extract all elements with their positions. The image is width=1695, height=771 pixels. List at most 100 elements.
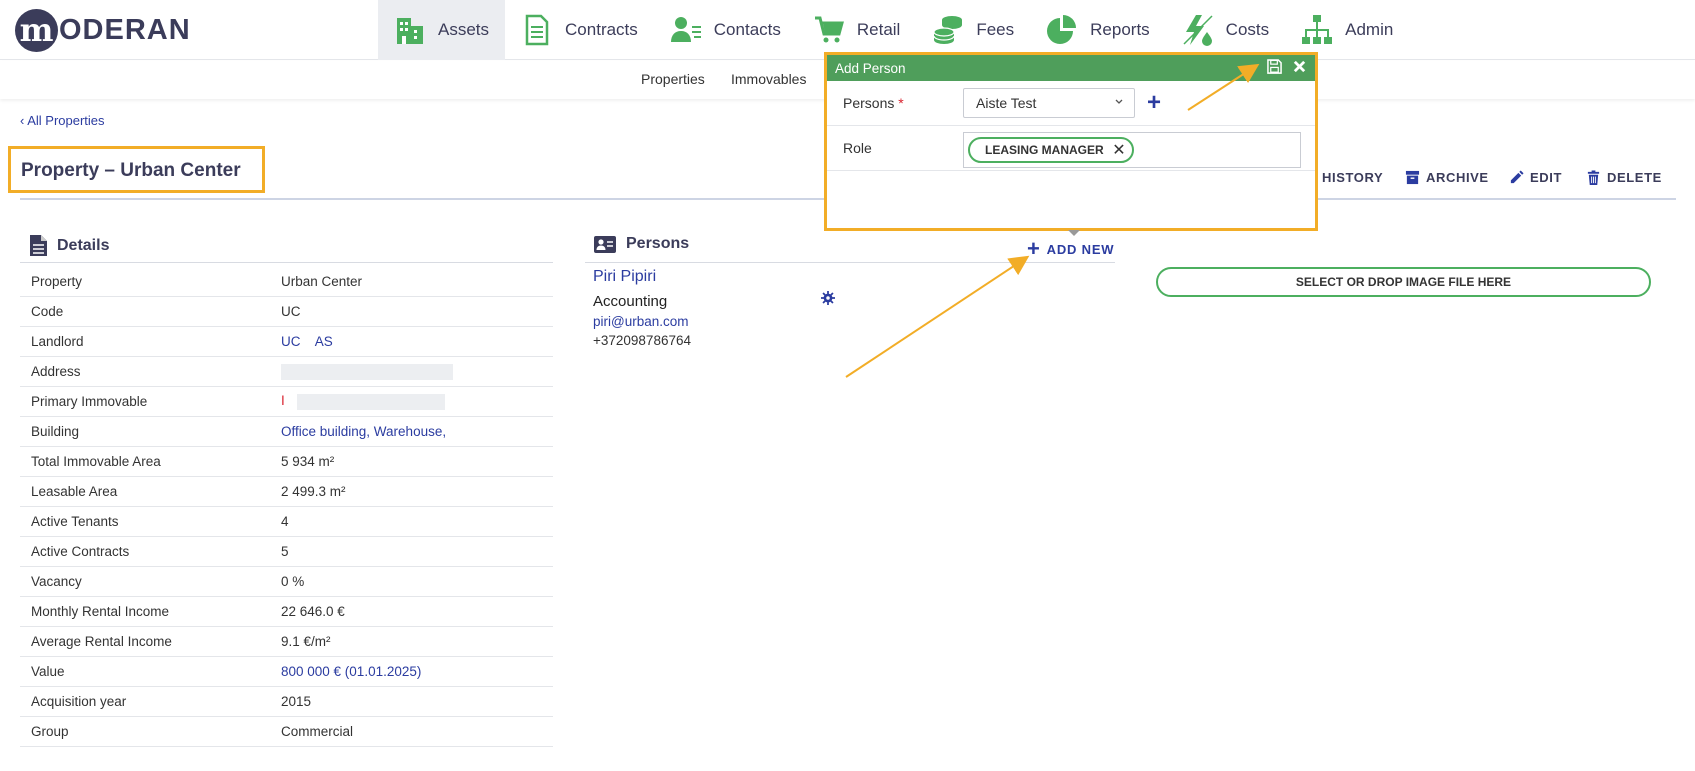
chevron-down-icon bbox=[1115, 99, 1123, 104]
nav-label: Retail bbox=[856, 20, 901, 39]
person-phone: +372098786764 bbox=[593, 333, 691, 348]
edit-button[interactable]: EDIT bbox=[1509, 170, 1562, 185]
archive-button[interactable]: ARCHIVE bbox=[1405, 170, 1489, 185]
row-value: 9.1 €/m² bbox=[281, 634, 331, 649]
primary-immovable-link[interactable]: I bbox=[281, 393, 285, 408]
nav-admin[interactable]: Admin bbox=[1285, 0, 1409, 60]
dialog-pointer bbox=[1068, 230, 1080, 236]
nav-reports[interactable]: Reports bbox=[1030, 0, 1166, 60]
building-link[interactable]: Office building, Warehouse, bbox=[281, 424, 446, 439]
top-navigation-bar: m ODERAN Assets Contracts Contacts Retai… bbox=[0, 0, 1695, 60]
table-row: Acquisition year 2015 bbox=[20, 687, 553, 717]
nav-label: Fees bbox=[976, 20, 1015, 39]
save-icon[interactable] bbox=[1267, 59, 1282, 74]
details-header: Details bbox=[30, 235, 109, 256]
nav-label: Contacts bbox=[713, 20, 781, 39]
row-label: Vacancy bbox=[31, 574, 82, 589]
close-icon[interactable] bbox=[1292, 59, 1307, 74]
trash-icon bbox=[1587, 170, 1600, 185]
row-label: Property bbox=[31, 274, 83, 289]
role-tag: LEASING MANAGER ✕ bbox=[968, 137, 1134, 163]
nav-label: Contracts bbox=[565, 20, 638, 39]
id-card-icon bbox=[594, 235, 616, 253]
persons-divider bbox=[585, 262, 1115, 263]
nav-label: Assets bbox=[438, 20, 490, 39]
row-label: Leasable Area bbox=[31, 484, 118, 499]
main-nav: Assets Contracts Contacts Retail Fees Re… bbox=[378, 0, 1409, 60]
row-label: Building bbox=[31, 424, 80, 439]
persons-title: Persons bbox=[626, 235, 690, 252]
edit-label: EDIT bbox=[1530, 170, 1563, 185]
row-value: 0 % bbox=[281, 574, 305, 589]
row-value: 4 bbox=[281, 514, 289, 529]
nav-label: Admin bbox=[1345, 20, 1394, 39]
nav-fees[interactable]: Fees bbox=[916, 0, 1030, 60]
subnav-properties[interactable]: Properties bbox=[641, 71, 705, 87]
image-drop-zone[interactable]: SELECT OR DROP IMAGE FILE HERE bbox=[1156, 267, 1651, 297]
nav-retail[interactable]: Retail bbox=[797, 0, 916, 60]
row-label: Primary Immovable bbox=[31, 394, 148, 409]
nav-contracts[interactable]: Contracts bbox=[505, 0, 654, 60]
row-value: 22 646.0 € bbox=[281, 604, 345, 619]
nav-contacts[interactable]: Contacts bbox=[654, 0, 797, 60]
logo-text: ODERAN bbox=[59, 13, 191, 46]
row-label: Group bbox=[31, 724, 69, 739]
row-label: Active Contracts bbox=[31, 544, 130, 559]
persons-field-label: Persons * bbox=[843, 95, 904, 111]
details-divider bbox=[20, 262, 553, 263]
moderan-logo[interactable]: m ODERAN bbox=[15, 8, 191, 52]
add-person-plus-button[interactable]: + bbox=[1147, 91, 1161, 115]
row-value: 2 499.3 m² bbox=[281, 484, 346, 499]
row-value: I bbox=[281, 393, 445, 410]
nav-label: Reports bbox=[1090, 20, 1150, 39]
persons-select[interactable]: Aiste Test bbox=[963, 88, 1135, 118]
gear-icon[interactable] bbox=[821, 291, 835, 305]
row-label: Average Rental Income bbox=[31, 634, 172, 649]
table-row: Average Rental Income 9.1 €/m² bbox=[20, 627, 553, 657]
redacted-address bbox=[281, 363, 453, 380]
table-row: Monthly Rental Income 22 646.0 € bbox=[20, 597, 553, 627]
role-tag-input[interactable]: LEASING MANAGER ✕ bbox=[963, 132, 1301, 168]
row-value: Commercial bbox=[281, 724, 354, 739]
table-row: Value 800 000 € (01.01.2025) bbox=[20, 657, 553, 687]
plus-icon: + bbox=[1027, 236, 1041, 261]
persons-form-row: Persons * Aiste Test + bbox=[827, 81, 1315, 126]
delete-button[interactable]: DELETE bbox=[1586, 170, 1662, 185]
history-button[interactable]: HISTORY bbox=[1322, 170, 1383, 185]
dialog-title: Add Person bbox=[835, 60, 906, 76]
role-field-label: Role bbox=[843, 140, 872, 156]
remove-tag-icon[interactable]: ✕ bbox=[1112, 140, 1125, 160]
role-form-row: Role LEASING MANAGER ✕ bbox=[827, 126, 1315, 171]
dialog-header-icons bbox=[1257, 59, 1307, 74]
table-row: Leasable Area 2 499.3 m² bbox=[20, 477, 553, 507]
value-link[interactable]: 800 000 € (01.01.2025) bbox=[281, 664, 421, 679]
add-new-person-button[interactable]: + ADD NEW bbox=[1027, 236, 1115, 261]
add-new-label: ADD NEW bbox=[1046, 241, 1115, 257]
add-person-dialog: Add Person Persons * Aiste Test + Role L… bbox=[824, 52, 1318, 231]
energy-icon bbox=[1183, 15, 1213, 46]
breadcrumb-all-properties[interactable]: ‹ All Properties bbox=[20, 113, 105, 128]
row-label: Active Tenants bbox=[31, 514, 119, 529]
table-row: Total Immovable Area 5 934 m² bbox=[20, 447, 553, 477]
nav-assets[interactable]: Assets bbox=[378, 0, 506, 60]
contact-icon bbox=[670, 17, 701, 42]
person-email-link[interactable]: piri@urban.com bbox=[593, 314, 689, 329]
table-row: Building Office building, Warehouse, bbox=[20, 417, 553, 447]
person-name-link[interactable]: Piri Pipiri bbox=[593, 268, 656, 286]
row-label: Address bbox=[31, 364, 81, 379]
delete-label: DELETE bbox=[1607, 170, 1662, 185]
row-label: Landlord bbox=[31, 334, 84, 349]
required-mark: * bbox=[898, 95, 904, 111]
building-icon bbox=[397, 18, 423, 44]
subnav-immovables[interactable]: Immovables bbox=[731, 71, 806, 87]
person-department: Accounting bbox=[593, 293, 668, 310]
archive-icon bbox=[1405, 170, 1420, 185]
landlord-link[interactable]: UC AS bbox=[281, 334, 333, 349]
pencil-icon bbox=[1510, 170, 1524, 184]
persons-select-value: Aiste Test bbox=[976, 95, 1037, 111]
table-row: Property Urban Center bbox=[20, 267, 553, 297]
archive-label: ARCHIVE bbox=[1426, 170, 1489, 185]
cart-icon bbox=[814, 16, 844, 43]
nav-costs[interactable]: Costs bbox=[1166, 0, 1285, 60]
table-row: Active Contracts 5 bbox=[20, 537, 553, 567]
